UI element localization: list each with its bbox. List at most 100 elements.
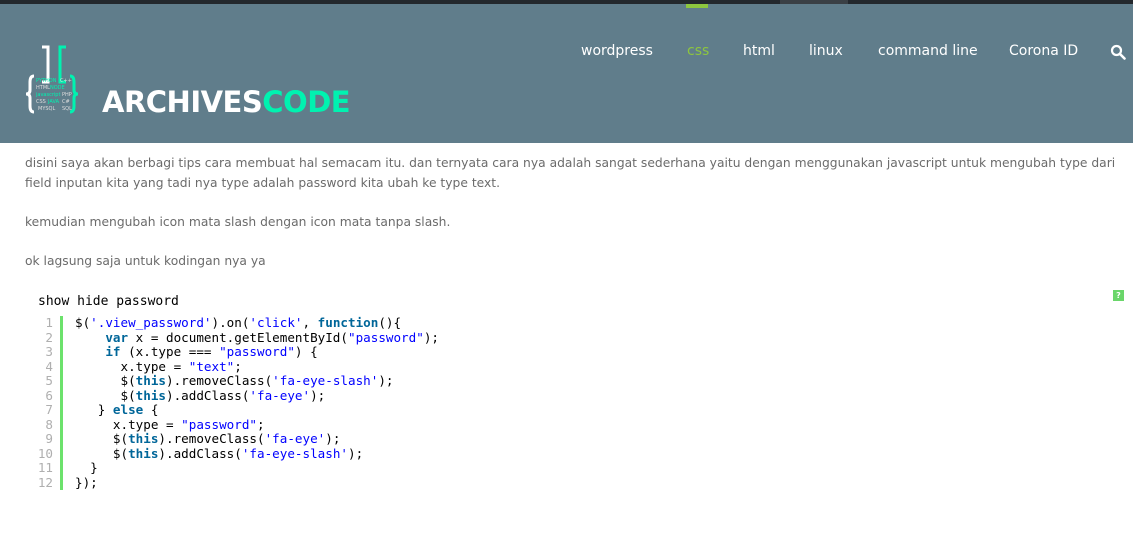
code-token: "password" xyxy=(347,329,424,345)
line-number: 5 xyxy=(30,373,63,389)
svg-text:HTML: HTML xyxy=(36,85,50,91)
code-token: ) { xyxy=(294,344,318,359)
code-token: this xyxy=(135,373,167,388)
line-number: 9 xyxy=(30,431,63,447)
code-token: "text" xyxy=(188,358,235,374)
code-line: 8 x.type = "password"; xyxy=(30,416,439,432)
code-token: 'fa-eye-slash' xyxy=(272,373,379,388)
code-text: $(this).addClass('fa-eye-slash'); xyxy=(75,445,363,462)
code-token: (){ xyxy=(378,315,402,330)
code-line: 11 } xyxy=(30,460,439,476)
code-token: var xyxy=(105,329,129,345)
line-number: 2 xyxy=(30,330,63,345)
paragraph: kemudian mengubah icon mata slash dengan… xyxy=(25,215,451,229)
code-token: 'fa-eye' xyxy=(249,387,311,403)
line-number: 6 xyxy=(30,388,63,403)
code-token: } xyxy=(75,460,98,475)
nav-item-command-line[interactable]: command line xyxy=(878,43,978,59)
code-line: 7 } else { xyxy=(30,402,439,418)
code-token: if xyxy=(105,344,121,359)
code-token: ); xyxy=(423,329,439,345)
site-logo[interactable]: PYTHON C++ HTML NODE javascript PHP CSS JAVA C# M… xyxy=(24,44,351,119)
code-token: else xyxy=(112,402,144,417)
code-token: $( xyxy=(75,373,136,388)
nav-item-wordpress[interactable]: wordpress xyxy=(581,43,653,59)
code-text: if (x.type === "password") { xyxy=(75,344,318,360)
code-token: ).on( xyxy=(211,315,250,330)
code-token: '.view_password' xyxy=(90,315,212,330)
code-text: } xyxy=(75,460,98,476)
code-text: $(this).removeClass('fa-eye-slash'); xyxy=(75,373,394,389)
code-text: x.type = "text"; xyxy=(75,358,242,375)
code-token: ; xyxy=(234,358,242,374)
nav-item-css[interactable]: css xyxy=(687,43,709,59)
logo-text-code: CODE xyxy=(262,85,351,119)
code-line: 3 if (x.type === "password") { xyxy=(30,344,439,360)
code-title: show hide password xyxy=(38,294,179,309)
code-token: 'fa-eye' xyxy=(264,431,326,446)
code-token: 'fa-eye-slash' xyxy=(241,445,348,461)
svg-text:MYSQL: MYSQL xyxy=(38,106,55,112)
nav-item-corona-id[interactable]: Corona ID xyxy=(1009,43,1078,59)
code-text: $(this).addClass('fa-eye'); xyxy=(75,387,326,404)
svg-text:SQL: SQL xyxy=(62,106,72,112)
code-text: } else { xyxy=(75,402,159,418)
line-number: 1 xyxy=(30,315,63,331)
code-line: 5 $(this).removeClass('fa-eye-slash'); xyxy=(30,373,439,389)
search-icon[interactable] xyxy=(1110,44,1126,60)
code-line: 2 var x = document.getElementById("passw… xyxy=(30,329,439,346)
code-text: $('.view_password').on('click', function… xyxy=(75,315,402,331)
code-token: $( xyxy=(75,431,129,446)
active-nav-indicator xyxy=(686,4,708,8)
code-token: }); xyxy=(75,474,98,490)
code-token: $( xyxy=(75,387,136,403)
code-token: ).removeClass( xyxy=(158,431,265,446)
code-token: ).addClass( xyxy=(166,387,250,403)
help-icon[interactable]: ? xyxy=(1113,290,1124,301)
code-token: x = document.getElementById( xyxy=(128,329,348,345)
code-line: 4 x.type = "text"; xyxy=(30,358,439,375)
code-text: $(this).removeClass('fa-eye'); xyxy=(75,431,341,447)
logo-brackets-icon: PYTHON C++ HTML NODEjavascript PHP CSS JAVA C# M… xyxy=(25,45,79,114)
logo-text: ARCHIVESCODE xyxy=(102,85,351,119)
code-token: $( xyxy=(75,315,91,330)
paragraph: ok lagsung saja untuk kodingan nya ya xyxy=(25,254,266,268)
nav-item-linux[interactable]: linux xyxy=(809,43,843,59)
code-token: x.type = xyxy=(75,358,189,374)
code-token: } xyxy=(75,402,113,417)
svg-text:NODE: NODE xyxy=(50,85,65,91)
code-text: }); xyxy=(75,474,98,491)
code-token: ).removeClass( xyxy=(166,373,273,388)
code-line: 1 $('.view_password').on('click', functio… xyxy=(30,315,439,331)
svg-text:PHP: PHP xyxy=(62,92,72,98)
logo-text-archives: ARCHIVES xyxy=(102,85,263,119)
code-token: "password" xyxy=(219,344,295,359)
line-number: 3 xyxy=(30,344,63,360)
code-token: ; xyxy=(256,416,265,432)
line-number: 12 xyxy=(30,475,63,490)
code-token: ); xyxy=(310,387,326,403)
code-token: x.type = xyxy=(75,416,182,432)
code-line: 10 $(this).addClass('fa-eye-slash'); xyxy=(30,445,439,462)
code-token: $( xyxy=(75,445,129,461)
code-text: var x = document.getElementById("passwor… xyxy=(75,329,439,346)
nav-item-html[interactable]: html xyxy=(743,43,775,59)
svg-text:javascript: javascript xyxy=(35,92,60,98)
code-token: (x.type === xyxy=(120,344,220,359)
code-token: , xyxy=(302,315,318,330)
code-line: 12}); xyxy=(30,474,439,491)
svg-text:C++: C++ xyxy=(60,78,72,84)
code-token: "password" xyxy=(181,416,257,432)
code-token: this xyxy=(135,387,167,403)
svg-text:PYTHON: PYTHON xyxy=(36,78,57,84)
site-header: PYTHON C++ HTML NODE javascript PHP CSS JAVA C# M… xyxy=(0,4,1133,143)
code-token: this xyxy=(128,445,159,461)
code-token: ); xyxy=(325,431,341,446)
code-token: ); xyxy=(378,373,394,388)
paragraph: disini saya akan berbagi tips cara membu… xyxy=(25,156,1116,190)
code-line: 6 $(this).addClass('fa-eye'); xyxy=(30,387,439,404)
code-token: ).addClass( xyxy=(158,445,242,461)
svg-text:JAVA: JAVA xyxy=(47,99,60,105)
